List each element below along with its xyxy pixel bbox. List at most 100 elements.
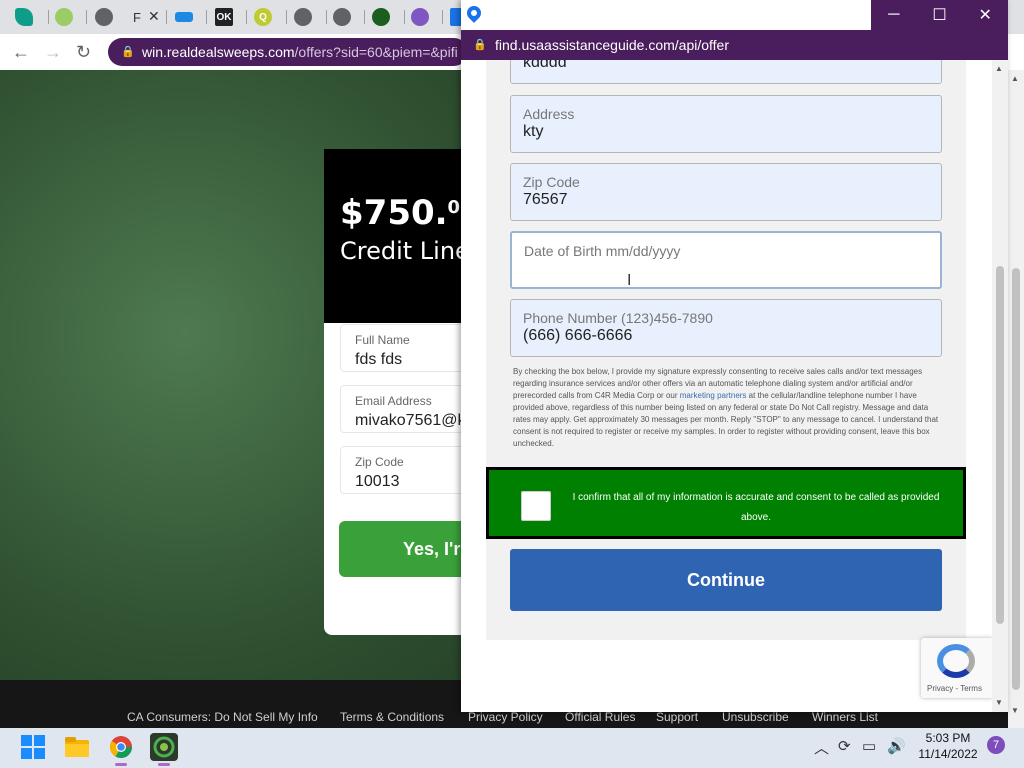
continue-button[interactable]: Continue (510, 549, 942, 611)
active-app-indicator (158, 763, 170, 766)
date-of-birth-field[interactable]: Date of Birth mm/dd/yyyy (510, 231, 942, 289)
location-pin-icon (464, 3, 484, 23)
tab-separator (404, 10, 405, 24)
tab-separator (86, 10, 87, 24)
field-value: fds fds (355, 351, 403, 368)
address-host: win.realdealsweeps.com (142, 44, 295, 60)
footer-link[interactable]: Support (656, 710, 698, 724)
scroll-down-icon[interactable]: ▼ (995, 698, 1003, 707)
tab-favicon-icon[interactable]: OK (215, 8, 233, 26)
address-bar[interactable]: 🔒 win.realdealsweeps.com/offers?sid=60&p… (108, 38, 468, 66)
field-value: 10013 (355, 473, 400, 490)
page-scrollbar[interactable]: ▲ ▼ (1008, 70, 1024, 728)
system-clock[interactable]: 5:03 PM 11/14/2022 (915, 730, 981, 762)
recaptcha-icon (937, 644, 975, 678)
close-tab-icon[interactable]: ✕ (148, 8, 160, 25)
sync-icon[interactable]: ⟳ (838, 737, 851, 755)
price-main: $750. (340, 193, 448, 233)
chevron-up-icon[interactable]: ︿ (814, 737, 829, 758)
marketing-partners-link[interactable]: marketing partners (680, 391, 747, 400)
window-controls: ─ ☐ ✕ (871, 0, 1008, 30)
file-explorer-icon[interactable] (63, 733, 91, 761)
field-value: 76567 (523, 191, 568, 208)
recaptcha-links[interactable]: Privacy - Terms (927, 684, 982, 693)
field-value: kty (523, 123, 544, 140)
popup-window: ─ ☐ ✕ 🔒 find.usaassistanceguide.com/api/… (461, 0, 1008, 712)
active-tab-label[interactable]: F (128, 8, 146, 26)
address-field[interactable]: Address kty (510, 95, 942, 153)
field-label: Phone Number (123)456-7890 (523, 310, 713, 326)
phone-number-field[interactable]: Phone Number (123)456-7890 (666) 666-666… (510, 299, 942, 357)
tab-separator (166, 10, 167, 24)
clock-time: 5:03 PM (925, 731, 971, 745)
field-value: (666) 666-6666 (523, 327, 633, 344)
offer-price: $750.00 (340, 193, 473, 233)
notification-badge[interactable]: 7 (987, 736, 1005, 754)
globe-icon[interactable] (294, 8, 312, 26)
taskbar: ︿ ⟳ ▭ 🔊 5:03 PM 11/14/2022 7 (0, 728, 1024, 768)
active-app-indicator (115, 763, 127, 766)
back-arrow-icon[interactable]: ← (12, 42, 30, 63)
field-placeholder: Date of Birth mm/dd/yyyy (524, 243, 681, 259)
chrome-icon[interactable] (107, 733, 135, 761)
recaptcha-badge[interactable]: Privacy - Terms (921, 638, 992, 698)
scroll-up-icon[interactable]: ▲ (995, 64, 1003, 73)
tab-separator (206, 10, 207, 24)
lock-icon: 🔒 (473, 39, 487, 51)
tab-separator (286, 10, 287, 24)
popup-scrollbar[interactable]: ▲ ▼ (992, 60, 1008, 712)
windows-start-icon[interactable] (21, 735, 45, 759)
reload-icon[interactable]: ↻ (76, 42, 91, 63)
consent-text: I confirm that all of my information is … (572, 492, 940, 523)
address-path: /offers?sid=60&piem=&pifi (294, 44, 458, 60)
zip-field[interactable]: Zip Code 10013 (340, 446, 480, 494)
zip-code-field[interactable]: Zip Code 76567 (510, 163, 942, 221)
footer-link[interactable]: Privacy Policy (468, 710, 543, 724)
popup-content: kdddd Address kty Zip Code 76567 Date of… (461, 60, 992, 712)
browser-app-icon[interactable] (150, 733, 178, 761)
consent-checkbox[interactable] (521, 491, 551, 521)
clock-date: 11/14/2022 (918, 747, 978, 761)
tab-favicon-icon[interactable]: Q (254, 8, 272, 26)
field-label: Zip Code (523, 174, 580, 190)
popup-url-text: find.usaassistanceguide.com/api/offer (495, 37, 729, 53)
tab-favicon-icon[interactable] (55, 8, 73, 26)
field-label: Zip Code (355, 455, 404, 469)
scrollbar-thumb[interactable] (1012, 268, 1020, 690)
field-value: mivako7561@k (355, 412, 466, 429)
tab-separator (48, 10, 49, 24)
popup-address-bar: 🔒 find.usaassistanceguide.com/api/offer (461, 30, 1008, 60)
scrollbar-thumb[interactable] (996, 266, 1004, 624)
consent-disclaimer: By checking the box below, I provide my … (513, 366, 943, 450)
tab-favicon-icon[interactable] (15, 8, 33, 26)
footer-link[interactable]: Terms & Conditions (340, 710, 444, 724)
minimize-icon[interactable]: ─ (871, 0, 917, 30)
full-name-field[interactable]: Full Name fds fds (340, 324, 480, 372)
globe-icon[interactable] (95, 8, 113, 26)
scroll-up-icon[interactable]: ▲ (1011, 74, 1019, 83)
tab-favicon-icon[interactable] (175, 12, 193, 22)
footer-link[interactable]: Official Rules (565, 710, 635, 724)
volume-icon[interactable]: 🔊 (887, 737, 906, 755)
close-window-icon[interactable]: ✕ (962, 0, 1008, 30)
tab-favicon-icon[interactable] (411, 8, 429, 26)
maximize-icon[interactable]: ☐ (917, 0, 963, 30)
field-label: Full Name (355, 333, 410, 347)
scroll-down-icon[interactable]: ▼ (1011, 706, 1019, 715)
offer-card-header (324, 149, 474, 323)
display-icon[interactable]: ▭ (862, 737, 876, 755)
text-cursor-icon: I (627, 272, 632, 289)
globe-icon[interactable] (333, 8, 351, 26)
tab-separator (246, 10, 247, 24)
footer-link[interactable]: CA Consumers: Do Not Sell My Info (127, 710, 318, 724)
lock-icon: 🔒 (121, 46, 135, 58)
footer-link[interactable]: Winners List (812, 710, 878, 724)
footer-link[interactable]: Unsubscribe (722, 710, 789, 724)
tab-favicon-icon[interactable] (372, 8, 390, 26)
tab-separator (442, 10, 443, 24)
forward-arrow-icon[interactable]: → (44, 42, 62, 63)
partial-field[interactable]: kdddd (510, 60, 942, 84)
field-label: Email Address (355, 394, 432, 408)
email-field[interactable]: Email Address mivako7561@k (340, 385, 480, 433)
yes-button[interactable]: Yes, I'r (339, 521, 479, 577)
